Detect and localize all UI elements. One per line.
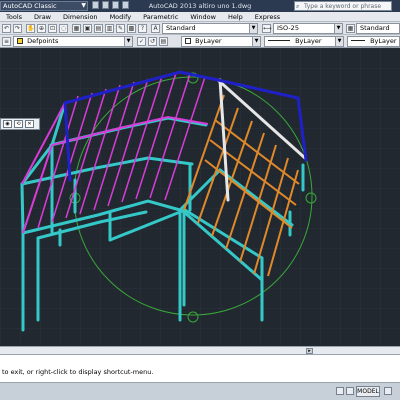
- quick-view-icon[interactable]: [346, 387, 354, 395]
- sheet-set-icon[interactable]: ▥: [105, 24, 114, 33]
- layer-previous-icon[interactable]: ↺: [148, 37, 157, 46]
- dim-style-icon[interactable]: ⟷: [262, 24, 272, 33]
- zoom-realtime-icon[interactable]: ⊕: [37, 24, 46, 33]
- search-icon: ⌕: [296, 3, 300, 10]
- layer-state-icon[interactable]: ▤: [159, 37, 168, 46]
- menu-tools[interactable]: Tools: [0, 12, 28, 21]
- layer-select[interactable]: Defpoints ▼: [13, 36, 133, 47]
- command-prompt-text: to exit, or right-click to display short…: [2, 368, 154, 376]
- status-bar: MODEL: [0, 382, 400, 400]
- zoom-window-icon[interactable]: ⊡: [48, 24, 57, 33]
- workspace-label: AutoCAD Classic: [3, 2, 57, 10]
- menu-parametric[interactable]: Parametric: [137, 12, 184, 21]
- chevron-down-icon: ▼: [249, 24, 257, 33]
- title-bar: AutoCAD Classic ▼ AutoCAD 2013 altiro un…: [0, 0, 400, 12]
- lineweight-preview: [351, 40, 365, 41]
- calculator-icon[interactable]: ▩: [127, 24, 136, 33]
- save-icon[interactable]: [112, 1, 119, 9]
- text-style-value: Standard: [166, 24, 196, 32]
- menu-express[interactable]: Express: [249, 12, 286, 21]
- undo-icon[interactable]: ↶: [2, 24, 11, 33]
- chevron-down-icon: ▼: [124, 37, 132, 46]
- properties-icon[interactable]: ▦: [72, 24, 81, 33]
- text-style-icon[interactable]: A: [151, 24, 160, 33]
- layers-toolbar: ≡ Defpoints ▼ ✓ ↺ ▤ ByLayer ▼ ByLayer ▼ …: [0, 35, 400, 48]
- make-current-icon[interactable]: ✓: [137, 37, 146, 46]
- linetype-value: ByLayer: [295, 37, 322, 45]
- new-icon[interactable]: [92, 1, 99, 9]
- chevron-down-icon: ▼: [252, 37, 260, 46]
- color-select[interactable]: ByLayer ▼: [181, 36, 261, 47]
- layer-value: Defpoints: [27, 37, 59, 45]
- chevron-down-icon: ▼: [81, 2, 86, 9]
- drawing-area[interactable]: ◉ ⟲ ✕: [0, 48, 400, 346]
- search-placeholder: Type a keyword or phrase: [304, 3, 382, 10]
- open-icon[interactable]: [102, 1, 109, 9]
- color-swatch: [185, 38, 191, 44]
- lineweight-select[interactable]: ByLayer: [347, 36, 400, 47]
- lightbulb-icon: [17, 38, 23, 44]
- close-icon[interactable]: ✕: [25, 120, 34, 128]
- menu-draw[interactable]: Draw: [28, 12, 57, 21]
- menu-modify[interactable]: Modify: [104, 12, 138, 21]
- quick-access-toolbar: [92, 1, 134, 11]
- view-cube-toolbar: ◉ ⟲ ✕: [0, 118, 40, 130]
- dim-style-value: ISO-25: [277, 24, 299, 32]
- table-style-select[interactable]: Standard: [356, 23, 400, 34]
- table-style-value: Standard: [360, 24, 390, 32]
- tool-palettes-icon[interactable]: ▤: [94, 24, 103, 33]
- redo-icon[interactable]: ↷: [13, 24, 22, 33]
- dim-style-select[interactable]: ISO-25 ▼: [273, 23, 343, 34]
- chevron-down-icon: ▼: [335, 37, 343, 46]
- horizontal-scrollbar[interactable]: ▸: [0, 346, 400, 354]
- undo-icon[interactable]: [122, 1, 129, 9]
- help-search-input[interactable]: ⌕ Type a keyword or phrase: [294, 1, 392, 11]
- design-center-icon[interactable]: ▣: [83, 24, 92, 33]
- standard-toolbar: ↶ ↷ ✋ ⊕ ⊡ ◌ ▦ ▣ ▤ ▥ ✎ ▩ ? A Standard ▼ ⟷…: [0, 22, 400, 35]
- model-space-button[interactable]: MODEL: [356, 386, 380, 397]
- menu-help[interactable]: Help: [222, 12, 249, 21]
- command-window[interactable]: to exit, or right-click to display short…: [0, 354, 400, 382]
- menu-window[interactable]: Window: [184, 12, 222, 21]
- markup-icon[interactable]: ✎: [116, 24, 125, 33]
- linetype-select[interactable]: ByLayer ▼: [264, 36, 344, 47]
- text-style-select[interactable]: Standard ▼: [162, 23, 258, 34]
- chevron-down-icon: ▼: [334, 24, 342, 33]
- color-value: ByLayer: [195, 37, 222, 45]
- menu-bar: Tools Draw Dimension Modify Parametric W…: [0, 12, 400, 22]
- model-space-canvas[interactable]: [0, 48, 400, 346]
- zoom-previous-icon[interactable]: ◌: [59, 24, 68, 33]
- orbit-icon[interactable]: ⟲: [14, 120, 23, 128]
- view-icon[interactable]: ◉: [3, 120, 12, 128]
- window-title: AutoCAD 2013 altiro uno 1.dwg: [148, 2, 252, 10]
- pan-icon[interactable]: ✋: [26, 24, 35, 33]
- layout-icon[interactable]: [336, 387, 344, 395]
- layer-properties-icon[interactable]: ≡: [2, 37, 11, 46]
- annotation-scale-icon[interactable]: [384, 387, 392, 395]
- table-style-icon[interactable]: ▦: [346, 24, 355, 33]
- help-icon[interactable]: ?: [138, 24, 147, 33]
- menu-dimension[interactable]: Dimension: [57, 12, 104, 21]
- workspace-selector[interactable]: AutoCAD Classic ▼: [0, 1, 88, 11]
- linetype-preview: [268, 40, 290, 41]
- lineweight-value: ByLayer: [370, 37, 397, 45]
